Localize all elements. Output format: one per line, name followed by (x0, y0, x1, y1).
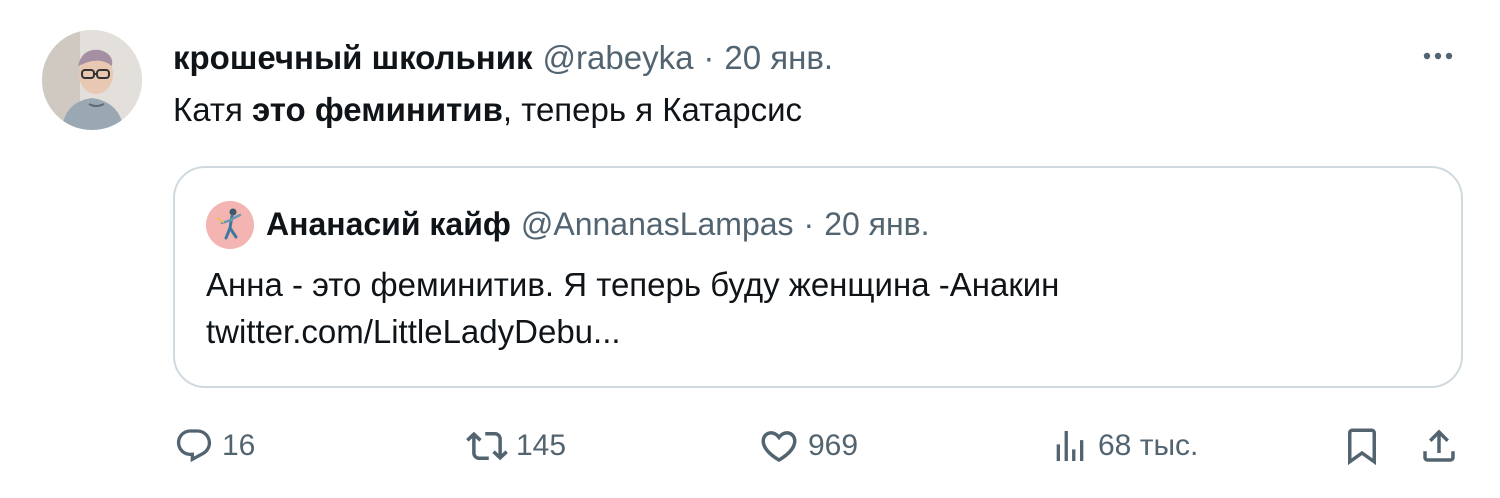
tweet-date[interactable]: 20 янв. (724, 39, 833, 77)
reply-icon (174, 426, 214, 466)
bookmark-icon (1341, 425, 1383, 467)
reply-count: 16 (222, 429, 256, 462)
quoted-author-display-name: Ананасий кайф (266, 205, 511, 242)
quoted-tweet[interactable]: Ананасий кайф @AnnanasLampas · 20 янв. А… (173, 166, 1463, 388)
quoted-tweet-text: Анна - это феминитив. Я теперь буду женщ… (206, 261, 1059, 355)
tweet-card[interactable]: крошечный школьник @rabeyka · 20 янв. Ка… (0, 0, 1500, 498)
bookmark-button[interactable] (1341, 420, 1383, 472)
quoted-tweet-date: 20 янв. (824, 205, 930, 242)
retweet-count: 145 (516, 429, 567, 462)
like-count: 969 (808, 429, 859, 462)
quoted-author-avatar (206, 201, 254, 249)
action-bar: 16 145 969 68 тыс. (0, 420, 1500, 472)
quoted-tweet-link: twitter.com/LittleLadyDebu... (206, 313, 621, 350)
tweet-header: крошечный школьник @rabeyka · 20 янв. (173, 36, 833, 80)
author-avatar[interactable] (42, 30, 142, 130)
tweet-text-bold: это феминитив (252, 91, 503, 128)
share-icon (1418, 425, 1460, 467)
heart-icon (758, 425, 800, 467)
like-button[interactable]: 969 (758, 420, 858, 472)
quoted-tweet-header: Ананасий кайф @AnnanasLampas · 20 янв. (266, 202, 930, 246)
reply-button[interactable]: 16 (174, 420, 255, 472)
retweet-button[interactable]: 145 (466, 420, 566, 472)
retweet-icon (466, 425, 508, 467)
views-count: 68 тыс. (1098, 429, 1199, 462)
quoted-author-handle: @AnnanasLampas (520, 205, 794, 242)
author-display-name[interactable]: крошечный школьник (173, 39, 533, 77)
tweet-text: Катя это феминитив, теперь я Катарсис (173, 88, 802, 132)
quoted-tweet-text-line1: Анна - это феминитив. Я теперь буду женщ… (206, 266, 1060, 303)
share-button[interactable] (1418, 420, 1460, 472)
header-separator: · (703, 39, 715, 76)
more-options-button[interactable] (1416, 40, 1460, 76)
tweet-text-part2: , теперь я Катарсис (502, 91, 803, 128)
author-handle[interactable]: @rabeyka (543, 39, 694, 77)
views-button[interactable]: 68 тыс. (1050, 420, 1198, 472)
tweet-text-part1: Катя (173, 91, 253, 128)
more-horizontal-icon (1418, 49, 1458, 67)
quoted-header-separator: · (803, 205, 815, 242)
views-icon (1050, 426, 1090, 466)
